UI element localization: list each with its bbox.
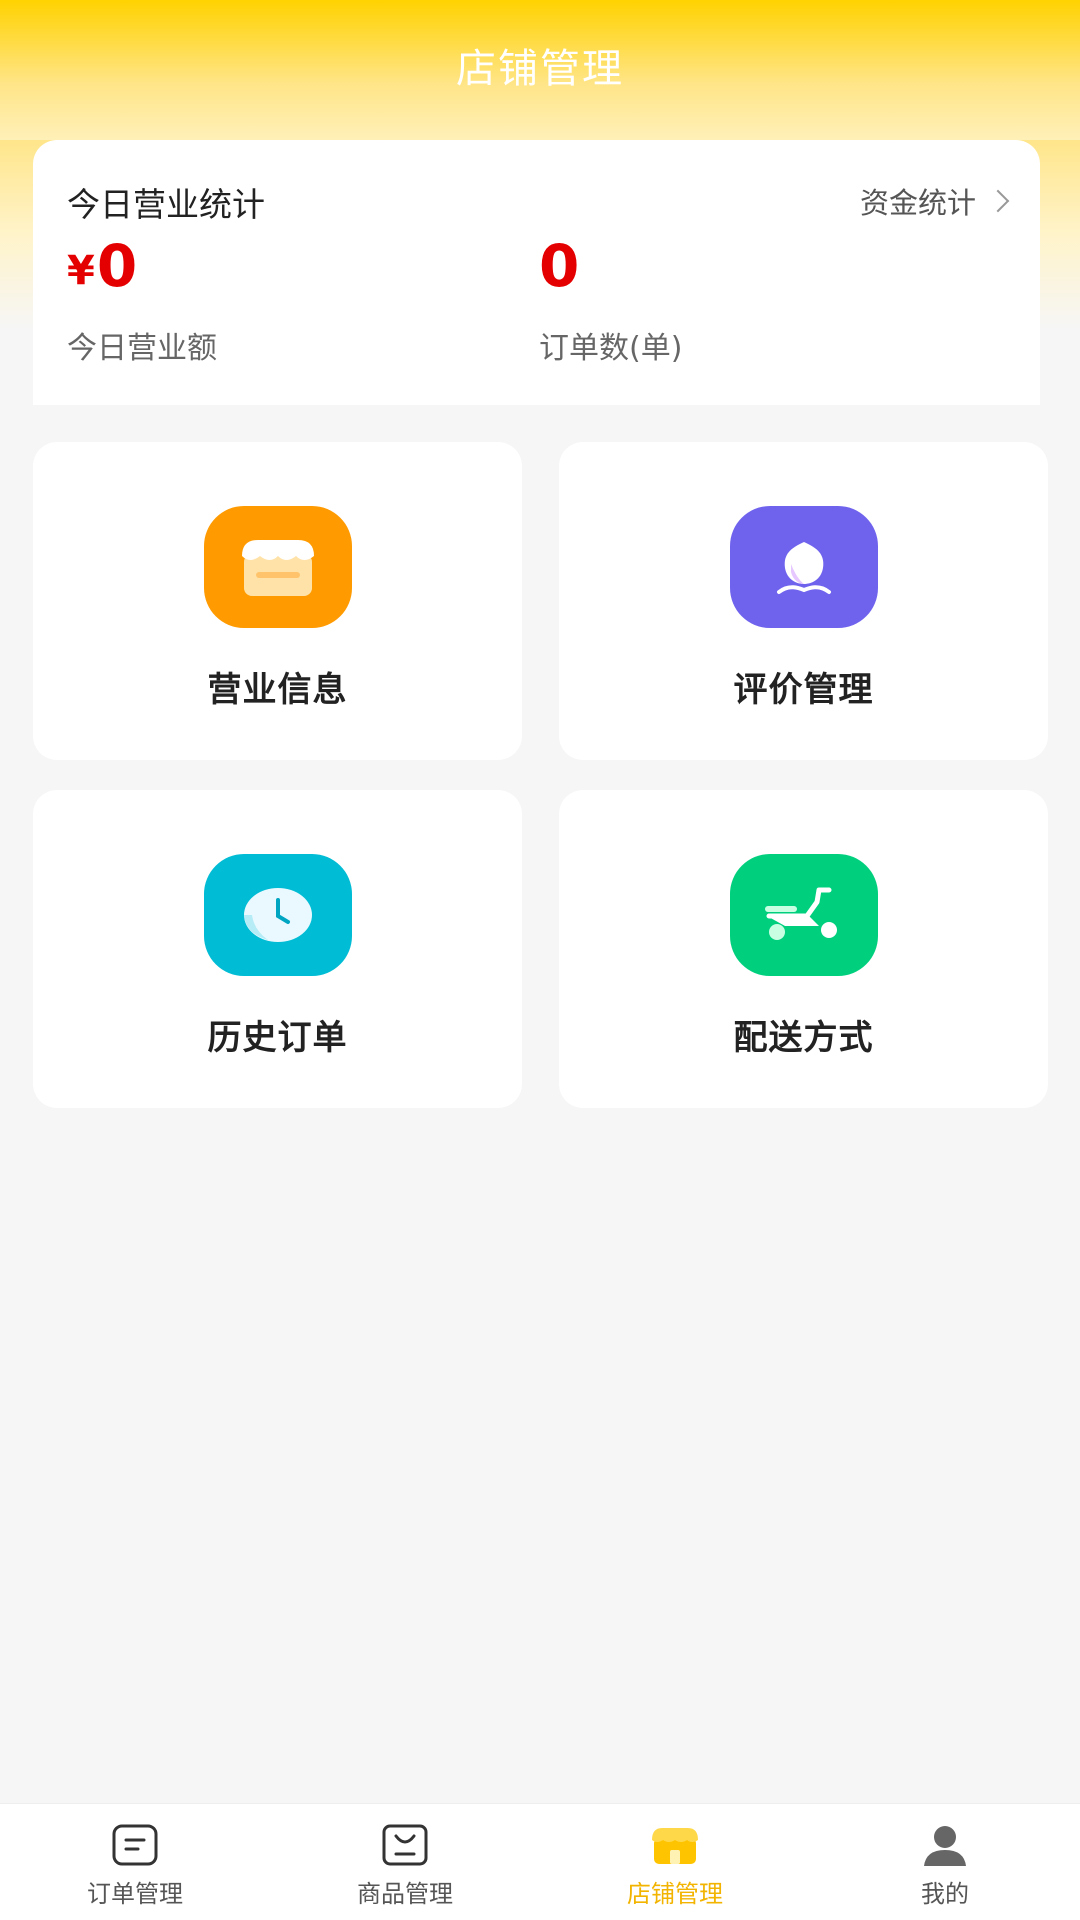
tab-order-management-label: 订单管理 — [87, 1880, 183, 1908]
goods-box-icon — [382, 1824, 428, 1870]
chevron-right-icon — [986, 189, 1010, 213]
scooter-icon — [729, 854, 878, 976]
currency-symbol: ¥ — [67, 248, 95, 294]
revenue-value: ¥ 0 — [67, 232, 137, 300]
history-orders-card[interactable]: 历史订单 — [33, 790, 522, 1108]
today-stats-card: 今日营业统计 资金统计 ¥ 0 今日营业额 0 订单数(单) — [33, 140, 1040, 405]
revenue-label: 今日营业额 — [67, 331, 217, 366]
bottom-tab-bar: 订单管理 商品管理 店铺管理 我的 — [0, 1803, 1080, 1920]
tab-order-management[interactable]: 订单管理 — [0, 1804, 270, 1920]
tab-goods-management-label: 商品管理 — [357, 1880, 453, 1908]
tab-goods-management[interactable]: 商品管理 — [270, 1804, 540, 1920]
order-count-label: 订单数(单) — [539, 331, 683, 366]
order-count: 0 — [539, 232, 580, 300]
delivery-method-label: 配送方式 — [733, 1018, 874, 1058]
user-icon — [922, 1824, 968, 1870]
store-icon — [650, 1824, 700, 1870]
tab-mine-label: 我的 — [921, 1880, 969, 1908]
storefront-icon — [203, 506, 352, 628]
delivery-method-card[interactable]: 配送方式 — [559, 790, 1048, 1108]
business-info-card[interactable]: 营业信息 — [33, 442, 522, 760]
business-info-label: 营业信息 — [207, 670, 348, 710]
fund-stats-link[interactable]: 资金统计 — [859, 180, 1010, 222]
order-list-icon — [112, 1824, 158, 1870]
stats-title: 今日营业统计 — [67, 185, 265, 224]
tab-store-management[interactable]: 店铺管理 — [540, 1804, 810, 1920]
revenue-amount: 0 — [96, 232, 138, 300]
page-title: 店铺管理 — [456, 46, 624, 92]
top-nav-bar: 店铺管理 — [0, 0, 1080, 140]
tab-mine[interactable]: 我的 — [810, 1804, 1080, 1920]
history-orders-label: 历史订单 — [207, 1018, 348, 1058]
fund-stats-label: 资金统计 — [859, 186, 976, 220]
clock-icon — [203, 854, 352, 976]
flower-icon — [729, 506, 878, 628]
review-management-card[interactable]: 评价管理 — [559, 442, 1048, 760]
tab-store-management-label: 店铺管理 — [627, 1880, 723, 1908]
review-management-label: 评价管理 — [733, 670, 874, 710]
order-count-value: 0 — [539, 232, 579, 300]
